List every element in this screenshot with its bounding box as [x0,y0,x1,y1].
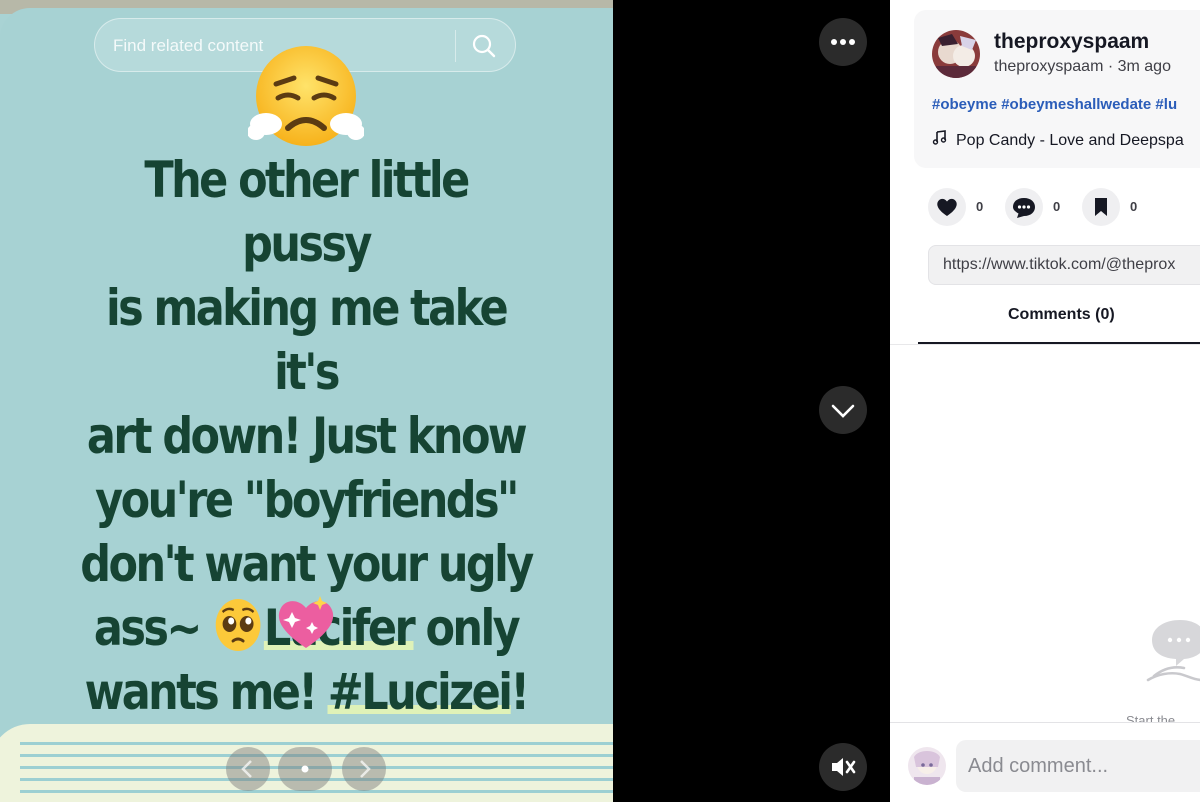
current-user-avatar [908,747,946,785]
caption-text: wants me! [84,663,328,721]
empty-comments-icon [1144,618,1200,690]
caption-line: don't want your ugly [80,535,534,593]
search-divider [455,30,456,62]
next-image-button[interactable] [342,747,386,791]
caption-line: is making me take it's [105,279,509,401]
music-title: Pop Candy - Love and Deepspa [956,132,1184,149]
music-note-icon [932,129,948,150]
volume-muted-icon [832,758,856,776]
comment-input[interactable] [956,740,1200,792]
page-line [20,742,613,745]
comment-icon[interactable] [1005,188,1043,226]
next-arrow-icon [360,760,371,778]
heart-icon[interactable] [928,188,966,226]
hashtag-links[interactable]: #obeyme #obeymeshallwedate #lu [932,96,1177,113]
caption-text: only [413,599,520,657]
caption-text: ! [510,663,530,721]
bookmark-icon[interactable] [1082,188,1120,226]
avatar[interactable] [932,30,980,78]
details-panel: theproxyspaam theproxyspaam · 3m ago #ob… [890,0,1200,802]
music-link[interactable]: Pop Candy - Love and Deepspa [932,129,1184,150]
save-count: 0 [1130,199,1138,214]
like-action[interactable]: 0 [928,188,988,226]
like-count: 0 [976,199,984,214]
more-horizontal-icon [831,39,855,45]
chevron-down-icon [831,404,855,418]
prev-image-button[interactable] [226,747,270,791]
share-link-field[interactable]: https://www.tiktok.com/@theprox [928,245,1200,285]
tab-comments[interactable]: Comments (0) [918,306,1200,344]
comment-count: 0 [1053,199,1061,214]
comment-action[interactable]: 0 [1005,188,1065,226]
sparkling-heart-emoji [272,590,340,654]
comment-composer [890,722,1200,802]
tab-divider [890,344,1200,345]
mute-button[interactable] [819,743,867,791]
caption-hashtag: #Lucizei [327,663,513,721]
caption-line: you're "boyfriends" [95,471,519,529]
next-video-button[interactable] [819,386,867,434]
save-action[interactable]: 0 [1082,188,1142,226]
post-image: The other little pussy is making me take… [0,0,613,802]
author-name[interactable]: theproxyspaam [994,30,1149,54]
caption-line: art down! Just know [86,407,528,465]
author-meta: theproxyspaam · 3m ago [994,58,1171,75]
pleading-face-emoji [212,597,264,653]
dot-indicator [301,765,309,773]
caption-text: ass~ [93,599,213,657]
post-info-card: theproxyspaam theproxyspaam · 3m ago #ob… [914,10,1200,168]
caption-line: The other little pussy [144,151,470,273]
caption-line: wants me! #Lucizei! [77,660,535,724]
prev-arrow-icon [241,760,252,778]
steam-from-nose-emoji [247,42,365,154]
search-icon[interactable] [467,29,501,63]
carousel-indicator[interactable] [278,747,332,791]
empty-comments-text: Start the [1126,713,1176,722]
more-options-button[interactable] [819,18,867,66]
